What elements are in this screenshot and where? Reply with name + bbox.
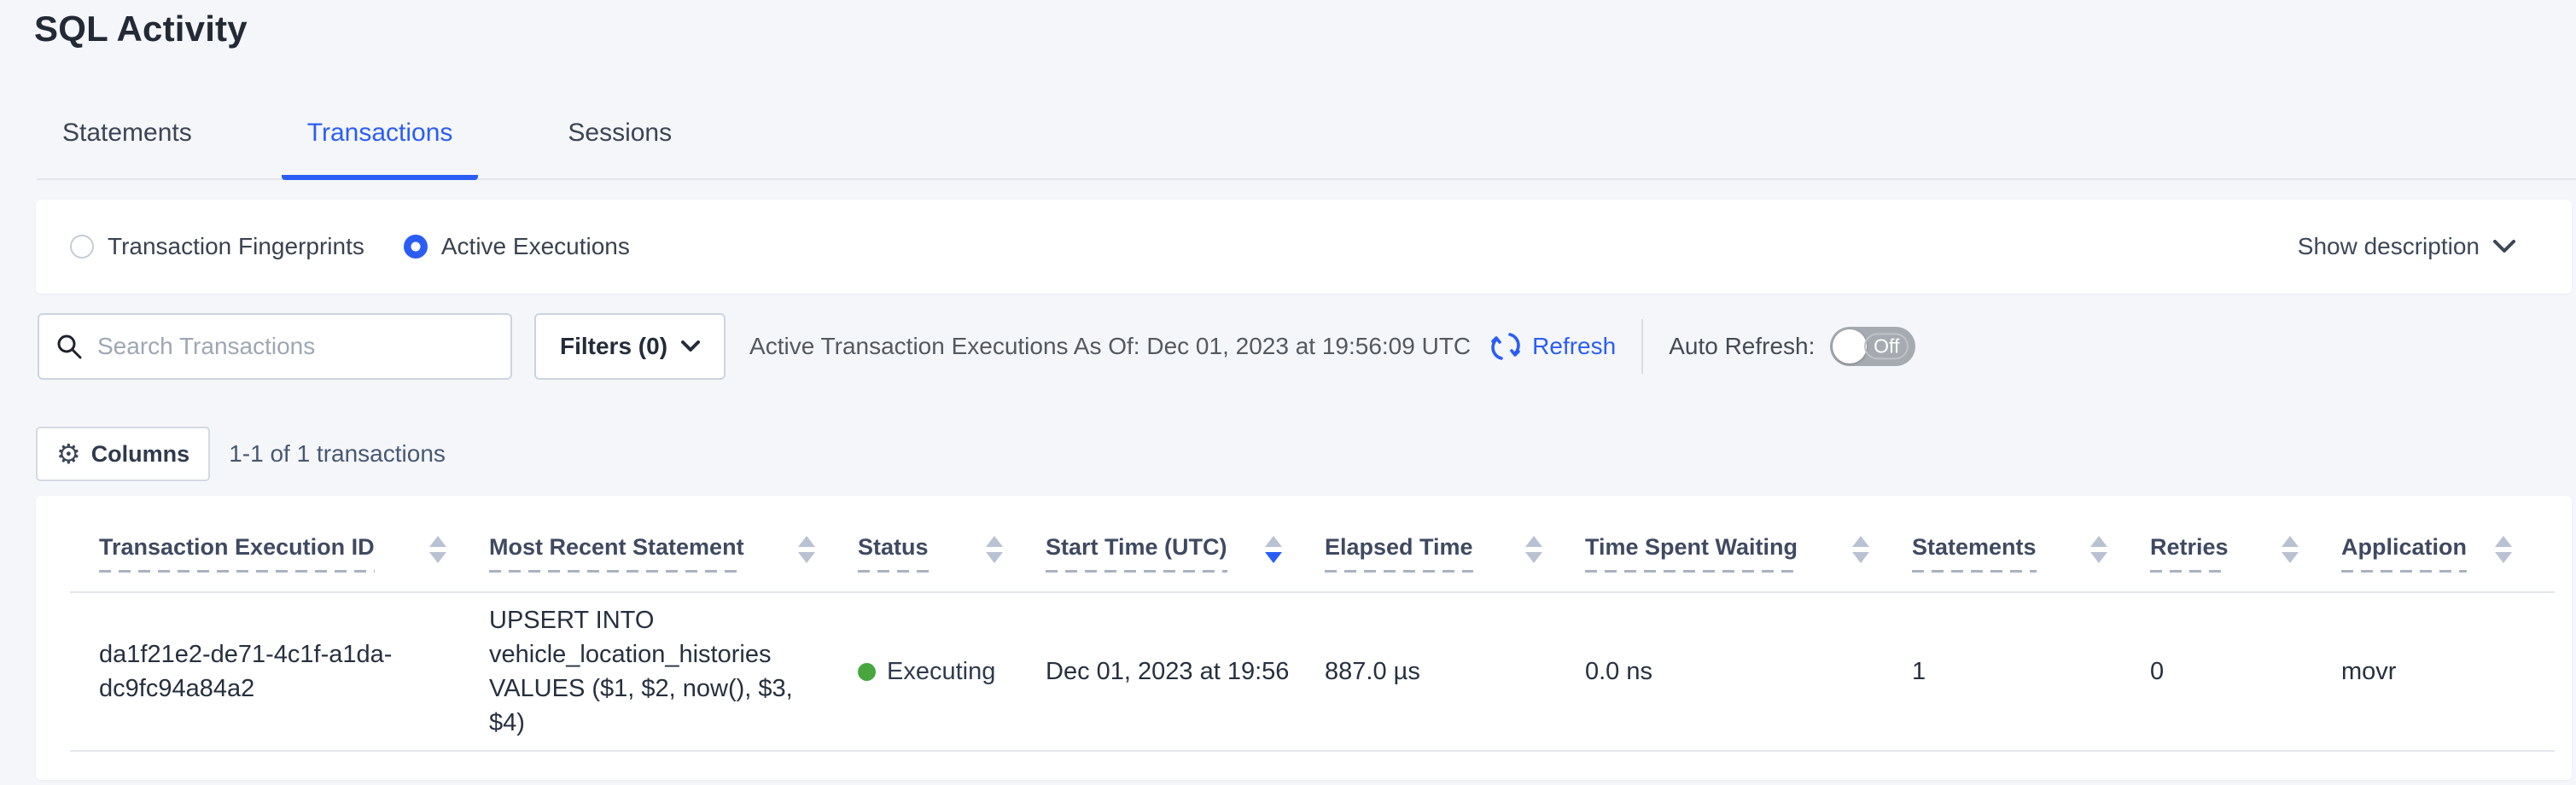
table-row: da1f21e2-de71-4c1f-a1da-dc9fc94a84a2 UPS…	[70, 592, 2555, 751]
filter-toolbar: Filters (0) Active Transaction Execution…	[38, 312, 1915, 381]
sort-arrows-icon[interactable]	[2090, 536, 2107, 563]
view-mode-radio-group: Transaction Fingerprints Active Executio…	[70, 233, 669, 260]
cell-status: Executing	[858, 592, 1046, 751]
sort-arrows-icon[interactable]	[1525, 536, 1542, 563]
filters-button[interactable]: Filters (0)	[534, 313, 726, 380]
cell-time-spent-waiting: 0.0 ns	[1585, 592, 1912, 751]
sort-arrows-icon[interactable]	[2495, 536, 2512, 563]
search-box[interactable]	[38, 313, 512, 380]
view-mode-card: Transaction Fingerprints Active Executio…	[36, 200, 2572, 294]
show-description-label: Show description	[2298, 233, 2480, 260]
column-header-retries[interactable]: Retries	[2150, 496, 2341, 592]
sort-arrows-icon[interactable]	[1265, 536, 1282, 563]
radio-active-executions[interactable]: Active Executions	[404, 233, 630, 260]
sort-arrows-icon[interactable]	[798, 536, 815, 563]
table-header-row: Transaction Execution ID Most Recent Sta…	[70, 496, 2555, 592]
tab-sessions[interactable]: Sessions	[542, 119, 697, 180]
column-header-statements[interactable]: Statements	[1912, 496, 2150, 592]
cell-application: movr	[2341, 592, 2555, 751]
filters-button-label: Filters (0)	[560, 333, 667, 360]
radio-transaction-fingerprints[interactable]: Transaction Fingerprints	[70, 233, 364, 260]
as-of-timestamp: Active Transaction Executions As Of: Dec…	[749, 333, 1471, 360]
radio-unselected-icon[interactable]	[70, 235, 94, 259]
column-header-application[interactable]: Application	[2341, 496, 2555, 592]
transactions-table-card: Transaction Execution ID Most Recent Sta…	[36, 496, 2572, 780]
columns-button-label: Columns	[91, 441, 190, 468]
sort-arrows-icon[interactable]	[2282, 536, 2299, 563]
column-header-start-time[interactable]: Start Time (UTC)	[1046, 496, 1325, 592]
refresh-label: Refresh	[1532, 333, 1616, 360]
cell-transaction-execution-id[interactable]: da1f21e2-de71-4c1f-a1da-dc9fc94a84a2	[70, 592, 489, 751]
cell-statements: 1	[1912, 592, 2150, 751]
table-controls: ⚙ Columns 1-1 of 1 transactions	[36, 427, 446, 481]
columns-button[interactable]: ⚙ Columns	[36, 427, 210, 481]
auto-refresh-label: Auto Refresh:	[1669, 333, 1815, 360]
search-input[interactable]	[96, 332, 493, 361]
radio-label: Transaction Fingerprints	[108, 233, 364, 260]
sort-arrows-icon[interactable]	[986, 536, 1003, 563]
cell-most-recent-statement[interactable]: UPSERT INTO vehicle_location_histories V…	[489, 592, 858, 751]
search-icon	[56, 334, 82, 359]
show-description-toggle[interactable]: Show description	[2298, 233, 2515, 260]
column-header-transaction-execution-id[interactable]: Transaction Execution ID	[70, 496, 489, 592]
column-header-elapsed-time[interactable]: Elapsed Time	[1325, 496, 1585, 592]
refresh-button[interactable]: Refresh	[1489, 329, 1616, 363]
toggle-state-label: Off	[1864, 333, 1909, 359]
column-header-status[interactable]: Status	[858, 496, 1046, 592]
refresh-icon	[1489, 329, 1522, 363]
cell-retries: 0	[2150, 592, 2341, 751]
toggle-knob[interactable]	[1833, 329, 1867, 363]
tab-bar: Statements Transactions Sessions	[37, 119, 2576, 180]
result-count: 1-1 of 1 transactions	[229, 440, 446, 468]
page-title: SQL Activity	[34, 9, 248, 49]
cell-elapsed-time: 887.0 µs	[1325, 592, 1585, 751]
radio-selected-icon[interactable]	[404, 235, 428, 259]
column-header-time-spent-waiting[interactable]: Time Spent Waiting	[1585, 496, 1912, 592]
gear-icon: ⚙	[56, 440, 81, 468]
cell-start-time: Dec 01, 2023 at 19:56	[1046, 592, 1325, 751]
radio-label: Active Executions	[441, 233, 630, 260]
sort-arrows-icon[interactable]	[429, 536, 446, 563]
chevron-down-icon	[681, 340, 700, 352]
tab-statements[interactable]: Statements	[37, 119, 218, 180]
executing-status-dot-icon	[858, 663, 876, 681]
column-header-most-recent-statement[interactable]: Most Recent Statement	[489, 496, 858, 592]
chevron-down-icon	[2493, 240, 2515, 253]
sort-arrows-icon[interactable]	[1852, 536, 1869, 563]
tab-transactions[interactable]: Transactions	[282, 119, 479, 180]
transactions-table: Transaction Execution ID Most Recent Sta…	[70, 496, 2555, 752]
toolbar-divider	[1641, 319, 1643, 374]
auto-refresh-toggle[interactable]: Off	[1830, 327, 1915, 366]
